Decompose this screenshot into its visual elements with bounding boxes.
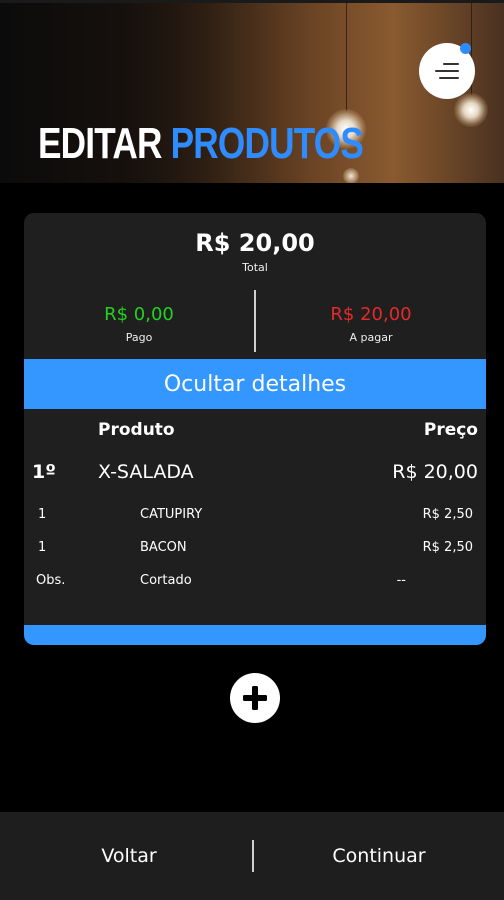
item-price: R$ 20,00	[392, 461, 478, 483]
addition-qty: 1	[38, 507, 47, 522]
page-title-part2: PRODUTOS	[170, 119, 364, 168]
observation-label: Obs.	[36, 573, 66, 588]
lamp-light	[343, 168, 359, 183]
due-label: A pagar	[349, 331, 393, 344]
notification-dot	[460, 43, 471, 54]
lamp-light	[454, 93, 488, 127]
menu-button[interactable]	[419, 43, 475, 99]
menu-lines-icon	[435, 63, 459, 79]
bottom-action-bar: Voltar Continuar	[0, 812, 504, 900]
paid-label: Pago	[125, 331, 153, 344]
observation-price: --	[396, 573, 406, 588]
total-value: R$ 20,00	[195, 229, 315, 257]
observation-row: Obs. Cortado --	[24, 573, 486, 593]
add-product-button[interactable]	[230, 673, 280, 723]
addition-qty: 1	[38, 540, 47, 555]
item-index: 1º	[32, 461, 56, 483]
plus-icon	[243, 686, 267, 710]
total-label: Total	[242, 261, 268, 274]
card-footer-bar	[24, 625, 486, 645]
order-card: R$ 20,00 Total R$ 0,00 Pago R$ 20,00 A p…	[24, 213, 486, 645]
observation-value: Cortado	[140, 573, 192, 588]
back-button[interactable]: Voltar	[4, 812, 254, 900]
page-title: EDITAR PRODUTOS	[38, 119, 364, 169]
addition-name: CATUPIRY	[140, 507, 203, 522]
paid-value: R$ 0,00	[104, 304, 174, 325]
column-header-price: Preço	[423, 420, 478, 440]
lamp-cord	[346, 3, 347, 111]
due-value: R$ 20,00	[330, 304, 412, 325]
addition-price: R$ 2,50	[422, 507, 473, 522]
item-name: X-SALADA	[98, 461, 194, 483]
addition-name: BACON	[140, 540, 187, 555]
page-title-part1: EDITAR	[38, 119, 162, 168]
addition-row: 1 CATUPIRY R$ 2,50	[24, 507, 486, 527]
header-banner: EDITAR PRODUTOS	[0, 0, 504, 183]
hide-details-button[interactable]: Ocultar detalhes	[24, 359, 486, 409]
continue-button[interactable]: Continuar	[254, 812, 504, 900]
addition-price: R$ 2,50	[422, 540, 473, 555]
addition-row: 1 BACON R$ 2,50	[24, 540, 486, 560]
column-header-product: Produto	[98, 420, 175, 440]
